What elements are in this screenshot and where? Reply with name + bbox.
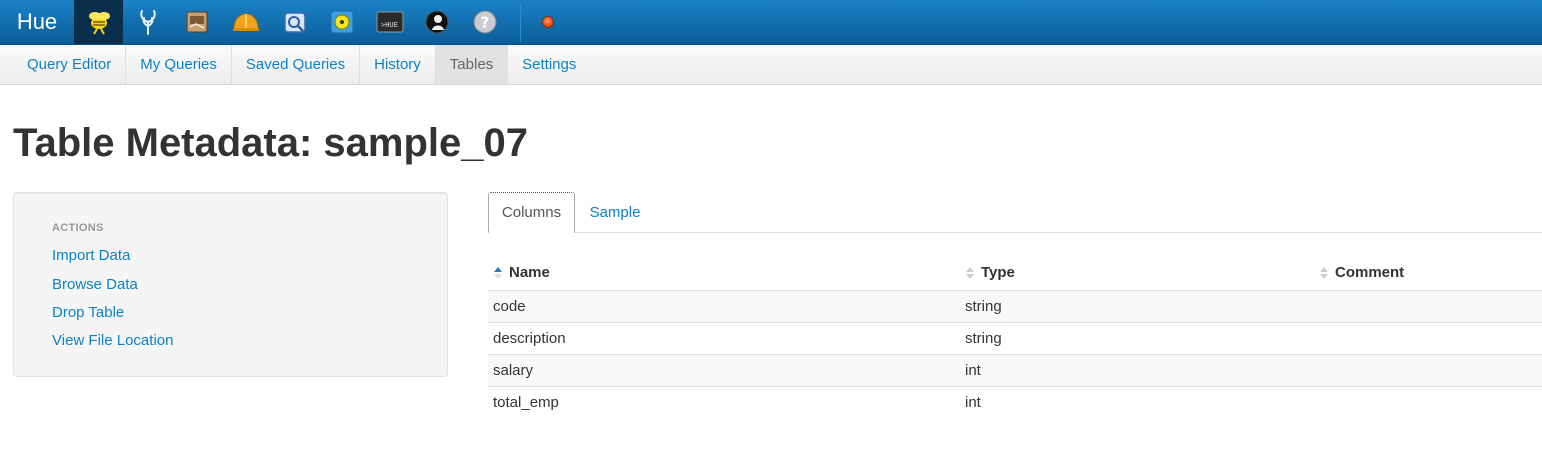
beeswax-icon[interactable] [74,0,123,44]
sort-icon [1319,266,1329,280]
tab-columns[interactable]: Columns [488,192,575,233]
nav-my-queries[interactable]: My Queries [126,45,232,84]
help-circle-icon[interactable] [317,0,366,44]
page-title: Table Metadata: sample_07 [13,121,529,165]
svg-text:?: ? [480,14,489,32]
browse-data-link[interactable]: Browse Data [52,276,138,293]
column-header-type[interactable]: Type [960,256,1314,291]
table-row: salary int [488,354,1542,387]
shell-icon[interactable]: >HUE [365,0,414,44]
view-file-location-link[interactable]: View File Location [52,332,173,349]
svg-text:>HUE: >HUE [381,21,398,29]
topbar-divider [520,4,521,42]
cell-comment [1314,386,1542,418]
question-icon[interactable]: ? [460,0,509,44]
table-row: description string [488,322,1542,355]
cell-type: int [965,393,981,411]
actions-header: ACTIONS [52,222,104,234]
columns-table: Name Type Comment code string descriptio… [488,256,1542,418]
cell-type: string [960,322,1314,355]
cell-name: code [488,290,960,323]
cell-type: string [960,290,1314,323]
table-row: code string [488,290,1542,323]
actions-sidebar: ACTIONS Import Data Browse Data Drop Tab… [13,192,448,377]
tab-sample[interactable]: Sample [577,192,653,233]
nav-saved-queries[interactable]: Saved Queries [232,45,361,84]
import-data-link[interactable]: Import Data [52,247,130,264]
column-header-type-label: Type [981,264,1015,282]
cell-type: int [960,354,1314,387]
file-browser-icon[interactable] [172,0,221,44]
nav-tables[interactable]: Tables [435,45,509,84]
metadata-tabs: Columns Sample [488,192,1542,233]
sort-icon [965,266,975,280]
table-row: total_emp int [488,386,1542,418]
cell-comment [1314,354,1542,387]
column-header-comment[interactable]: Comment [1314,256,1542,291]
table-header-row: Name Type Comment [488,256,1542,291]
oozie-icon[interactable] [123,0,172,44]
job-browser-icon[interactable] [270,0,319,44]
top-navbar: Hue >HUE ? [0,0,1542,45]
column-header-comment-label: Comment [1335,264,1405,282]
job-designer-icon[interactable] [221,0,270,44]
sort-ascending-icon [493,266,503,280]
status-dot-icon[interactable] [542,16,554,28]
cell-name: description [488,322,960,355]
column-header-name[interactable]: Name [488,256,960,291]
cell-comment [1314,290,1542,323]
cell-comment [1314,322,1542,355]
sub-navbar: Query Editor My Queries Saved Queries Hi… [0,45,1542,85]
nav-settings[interactable]: Settings [508,45,590,84]
cell-name: total_emp [493,393,559,411]
nav-query-editor[interactable]: Query Editor [0,45,127,84]
column-header-name-label: Name [509,264,550,282]
hue-logo[interactable]: Hue [0,0,74,44]
user-admin-icon[interactable] [412,0,461,44]
drop-table-link[interactable]: Drop Table [52,304,124,321]
cell-name: salary [488,354,960,387]
nav-history[interactable]: History [360,45,436,84]
